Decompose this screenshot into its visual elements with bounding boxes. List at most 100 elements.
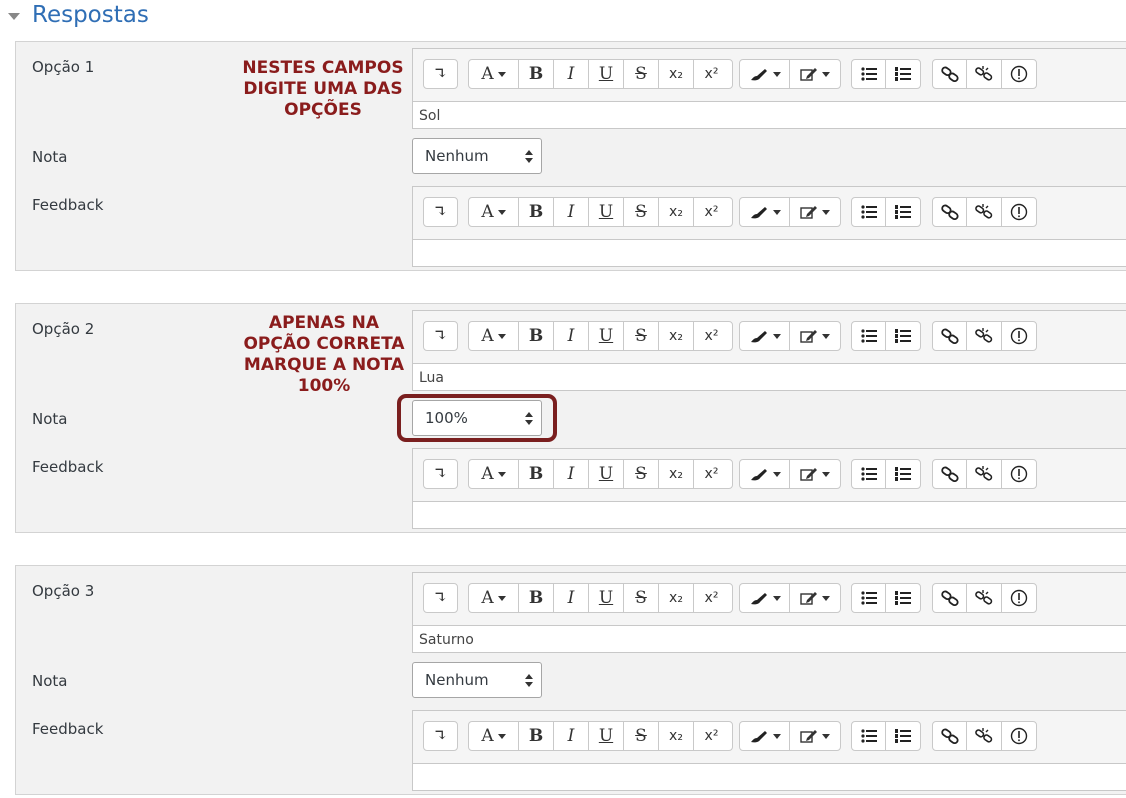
link-button[interactable] <box>933 60 968 88</box>
grade-select[interactable]: Nenhum <box>412 662 542 698</box>
italic-button[interactable]: I <box>554 460 589 488</box>
edit-tools-button[interactable] <box>790 460 840 488</box>
expand-toolbar-button[interactable]: ↴ <box>424 722 457 750</box>
font-style-button[interactable]: A <box>469 198 519 226</box>
unordered-list-button[interactable] <box>852 60 887 88</box>
edit-tools-button[interactable] <box>790 584 840 612</box>
expand-toolbar-button[interactable]: ↴ <box>424 198 457 226</box>
text-color-button[interactable] <box>740 460 791 488</box>
link-button[interactable] <box>933 198 968 226</box>
subscript-button[interactable]: x₂ <box>659 322 694 350</box>
accessibility-button[interactable] <box>1002 198 1036 226</box>
subscript-button[interactable]: x₂ <box>659 460 694 488</box>
text-color-button[interactable] <box>740 722 791 750</box>
superscript-button[interactable]: x² <box>694 60 729 88</box>
accessibility-button[interactable] <box>1002 60 1036 88</box>
expand-toolbar-button[interactable]: ↴ <box>424 460 457 488</box>
subscript-button[interactable]: x₂ <box>659 722 694 750</box>
link-button[interactable] <box>933 460 968 488</box>
unlink-button[interactable] <box>967 198 1002 226</box>
answer-input[interactable]: Sol <box>413 102 1126 130</box>
underline-button[interactable]: U <box>589 460 624 488</box>
strikethrough-button[interactable]: S <box>624 722 659 750</box>
font-style-button[interactable]: A <box>469 722 519 750</box>
feedback-input[interactable] <box>413 502 1126 530</box>
italic-button[interactable]: I <box>554 60 589 88</box>
feedback-input[interactable] <box>413 764 1126 792</box>
superscript-button[interactable]: x² <box>694 198 729 226</box>
link-button[interactable] <box>933 584 968 612</box>
font-style-button[interactable]: A <box>469 322 519 350</box>
ordered-list-button[interactable] <box>886 198 920 226</box>
accessibility-button[interactable] <box>1002 584 1036 612</box>
superscript-button[interactable]: x² <box>694 460 729 488</box>
answer-input[interactable]: Lua <box>413 364 1126 392</box>
ordered-list-button[interactable] <box>886 584 920 612</box>
bold-button[interactable]: B <box>519 198 554 226</box>
text-color-button[interactable] <box>740 322 791 350</box>
link-button[interactable] <box>933 722 968 750</box>
section-header[interactable]: Respostas <box>8 0 149 30</box>
edit-tools-button[interactable] <box>790 60 840 88</box>
subscript-button[interactable]: x₂ <box>659 60 694 88</box>
underline-button[interactable]: U <box>589 584 624 612</box>
unlink-button[interactable] <box>967 722 1002 750</box>
bold-button[interactable]: B <box>519 60 554 88</box>
unordered-list-button[interactable] <box>852 198 887 226</box>
answer-input[interactable]: Saturno <box>413 626 1126 654</box>
italic-button[interactable]: I <box>554 322 589 350</box>
unlink-button[interactable] <box>967 584 1002 612</box>
unordered-list-button[interactable] <box>852 460 887 488</box>
strikethrough-button[interactable]: S <box>624 198 659 226</box>
font-style-button[interactable]: A <box>469 460 519 488</box>
link-button[interactable] <box>933 322 968 350</box>
unordered-list-button[interactable] <box>852 322 887 350</box>
ordered-list-button[interactable] <box>886 60 920 88</box>
text-color-button[interactable] <box>740 198 791 226</box>
unordered-list-button[interactable] <box>852 584 887 612</box>
strikethrough-button[interactable]: S <box>624 60 659 88</box>
superscript-button[interactable]: x² <box>694 584 729 612</box>
edit-tools-button[interactable] <box>790 198 840 226</box>
ordered-list-button[interactable] <box>886 460 920 488</box>
expand-toolbar-button[interactable]: ↴ <box>424 322 457 350</box>
bold-button[interactable]: B <box>519 322 554 350</box>
text-color-button[interactable] <box>740 584 791 612</box>
ordered-list-button[interactable] <box>886 322 920 350</box>
superscript-button[interactable]: x² <box>694 722 729 750</box>
underline-button[interactable]: U <box>589 198 624 226</box>
accessibility-button[interactable] <box>1002 322 1036 350</box>
bold-button[interactable]: B <box>519 460 554 488</box>
strikethrough-button[interactable]: S <box>624 322 659 350</box>
subscript-button[interactable]: x₂ <box>659 584 694 612</box>
accessibility-button[interactable] <box>1002 460 1036 488</box>
strikethrough-button[interactable]: S <box>624 584 659 612</box>
italic-button[interactable]: I <box>554 584 589 612</box>
edit-tools-button[interactable] <box>790 722 840 750</box>
italic-button[interactable]: I <box>554 722 589 750</box>
bold-button[interactable]: B <box>519 722 554 750</box>
expand-toolbar-button[interactable]: ↴ <box>424 60 457 88</box>
unlink-button[interactable] <box>967 322 1002 350</box>
collapse-caret-icon[interactable] <box>8 12 20 20</box>
feedback-input[interactable] <box>413 240 1126 268</box>
underline-button[interactable]: U <box>589 722 624 750</box>
strikethrough-button[interactable]: S <box>624 460 659 488</box>
font-style-button[interactable]: A <box>469 584 519 612</box>
underline-button[interactable]: U <box>589 322 624 350</box>
ordered-list-button[interactable] <box>886 722 920 750</box>
bold-button[interactable]: B <box>519 584 554 612</box>
expand-toolbar-button[interactable]: ↴ <box>424 584 457 612</box>
text-color-button[interactable] <box>740 60 791 88</box>
underline-button[interactable]: U <box>589 60 624 88</box>
subscript-button[interactable]: x₂ <box>659 198 694 226</box>
grade-select[interactable]: Nenhum <box>412 138 542 174</box>
unlink-button[interactable] <box>967 60 1002 88</box>
unordered-list-button[interactable] <box>852 722 887 750</box>
accessibility-button[interactable] <box>1002 722 1036 750</box>
italic-button[interactable]: I <box>554 198 589 226</box>
superscript-button[interactable]: x² <box>694 322 729 350</box>
unlink-button[interactable] <box>967 460 1002 488</box>
edit-tools-button[interactable] <box>790 322 840 350</box>
font-style-button[interactable]: A <box>469 60 519 88</box>
